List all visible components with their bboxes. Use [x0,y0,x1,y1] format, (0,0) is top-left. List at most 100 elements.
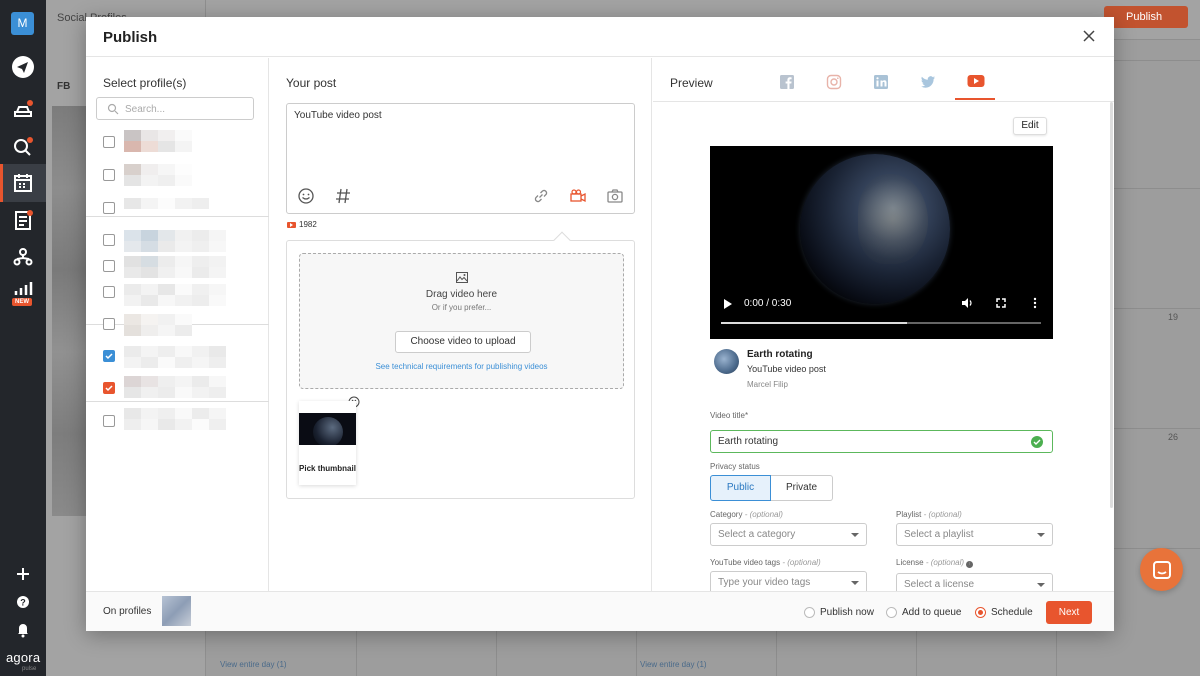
image-icon [456,270,468,288]
profile-name-blurred [124,164,192,186]
video-player[interactable]: 0:00 / 0:30 [710,146,1053,339]
profile-divider [86,216,269,217]
bg-publish-button: Publish [1104,6,1188,28]
send-icon[interactable] [11,55,35,79]
profile-checkbox[interactable] [103,136,115,148]
post-text[interactable]: YouTube video post [294,110,382,121]
more-options-icon[interactable] [1028,296,1042,310]
post-editor[interactable]: YouTube video post [286,103,635,214]
profile-search[interactable] [96,97,254,120]
chevron-down-icon [851,581,859,585]
youtube-char-counter: 1982 [287,220,317,229]
privacy-public-button[interactable]: Public [710,475,771,501]
category-select[interactable]: Select a category [710,523,867,546]
twitter-icon [921,76,935,88]
tab-linkedin[interactable] [861,70,901,100]
requirements-link[interactable]: See technical requirements for publishin… [300,362,623,371]
analytics-icon[interactable] [11,275,35,299]
channel-avatar [714,349,739,374]
preview-scrollbar[interactable] [1110,102,1113,508]
profile-checkbox-checked[interactable] [103,350,115,362]
bg-group-label: FB [57,81,71,92]
video-title-input[interactable]: Earth rotating [710,430,1053,453]
publish-now-radio[interactable] [804,607,815,618]
profile-checkbox[interactable] [103,318,115,330]
new-badge: NEW [12,298,32,306]
preview-video-author: Marcel Filip [747,380,788,389]
video-title-value[interactable]: Earth rotating [718,436,778,447]
profile-checkbox[interactable] [103,415,115,427]
chevron-down-icon [1037,533,1045,537]
bg-view-day-link: View entire day (1) [220,660,287,669]
license-select[interactable]: Select a license [896,573,1053,591]
add-icon[interactable] [11,562,35,586]
photo-camera-icon[interactable] [606,187,624,205]
profile-checkbox[interactable] [103,286,115,298]
profile-checkbox[interactable] [103,169,115,181]
playlist-placeholder: Select a playlist [904,529,974,540]
add-to-queue-radio[interactable] [886,607,897,618]
hashtag-icon[interactable] [334,187,352,205]
notifications-icon[interactable] [11,617,35,641]
volume-icon[interactable] [960,296,974,310]
next-button[interactable]: Next [1046,601,1092,624]
post-column: Your post YouTube video post 1982 Drag v… [270,58,652,591]
search-icon [107,103,119,115]
profile-checkbox[interactable] [103,234,115,246]
add-to-queue-label[interactable]: Add to queue [902,607,962,618]
license-placeholder: Select a license [904,579,975,590]
bg-day-number: 19 [1168,312,1179,322]
profile-name-blurred [124,376,226,398]
video-thumbnail-card[interactable]: Pick thumbnail [299,401,356,485]
choose-video-button[interactable]: Choose video to upload [395,331,531,353]
profiles-column: Select profile(s) [86,58,269,591]
video-upload-panel: Drag video here Or if you prefer... Choo… [286,240,635,499]
reports-icon[interactable] [11,208,35,232]
video-progress-bar[interactable] [721,322,1041,324]
instagram-icon [826,74,842,90]
tab-twitter[interactable] [908,70,948,100]
profile-checkbox-checked[interactable] [103,382,115,394]
on-profiles-label: On profiles [103,606,152,617]
profile-name-blurred [124,314,192,336]
privacy-status-label: Privacy status [710,462,760,471]
privacy-private-button[interactable]: Private [771,475,833,501]
playlist-select[interactable]: Select a playlist [896,523,1053,546]
listening-icon[interactable] [11,134,35,158]
schedule-radio[interactable] [975,607,986,618]
info-icon: i [966,561,974,568]
video-title-label: Video title* [710,411,749,420]
profile-search-input[interactable] [125,101,249,117]
tab-divider [653,101,1114,102]
user-avatar[interactable]: M [11,12,34,35]
link-icon[interactable] [532,187,550,205]
video-progress-fill [721,322,907,324]
tags-input[interactable]: Type your video tags [710,571,867,591]
play-icon[interactable] [724,299,732,309]
video-dropzone[interactable]: Drag video here Or if you prefer... Choo… [299,253,624,389]
fullscreen-icon[interactable] [994,296,1008,310]
schedule-label[interactable]: Schedule [991,607,1033,618]
profile-checkbox[interactable] [103,260,115,272]
tab-instagram[interactable] [814,70,854,100]
tab-youtube[interactable] [955,70,995,100]
publish-now-label[interactable]: Publish now [820,607,874,618]
calendar-icon[interactable] [11,171,35,195]
pick-thumbnail-label[interactable]: Pick thumbnail [299,464,356,474]
close-icon[interactable] [1081,28,1097,44]
profile-checkbox[interactable] [103,202,115,214]
video-camera-icon[interactable] [569,187,587,205]
tab-facebook[interactable] [767,70,807,100]
linkedin-icon [874,75,888,89]
chat-widget[interactable] [1140,548,1183,591]
edit-preview-button[interactable]: Edit [1013,117,1047,135]
profile-name-blurred [124,284,226,306]
check-icon [1031,436,1043,448]
emoji-icon[interactable] [297,187,315,205]
help-icon[interactable]: ? [11,590,35,614]
chevron-down-icon [851,533,859,537]
inbox-icon[interactable] [11,97,35,121]
post-label: Your post [286,76,337,90]
preview-video-title: Earth rotating [747,349,813,360]
team-icon[interactable] [11,245,35,269]
